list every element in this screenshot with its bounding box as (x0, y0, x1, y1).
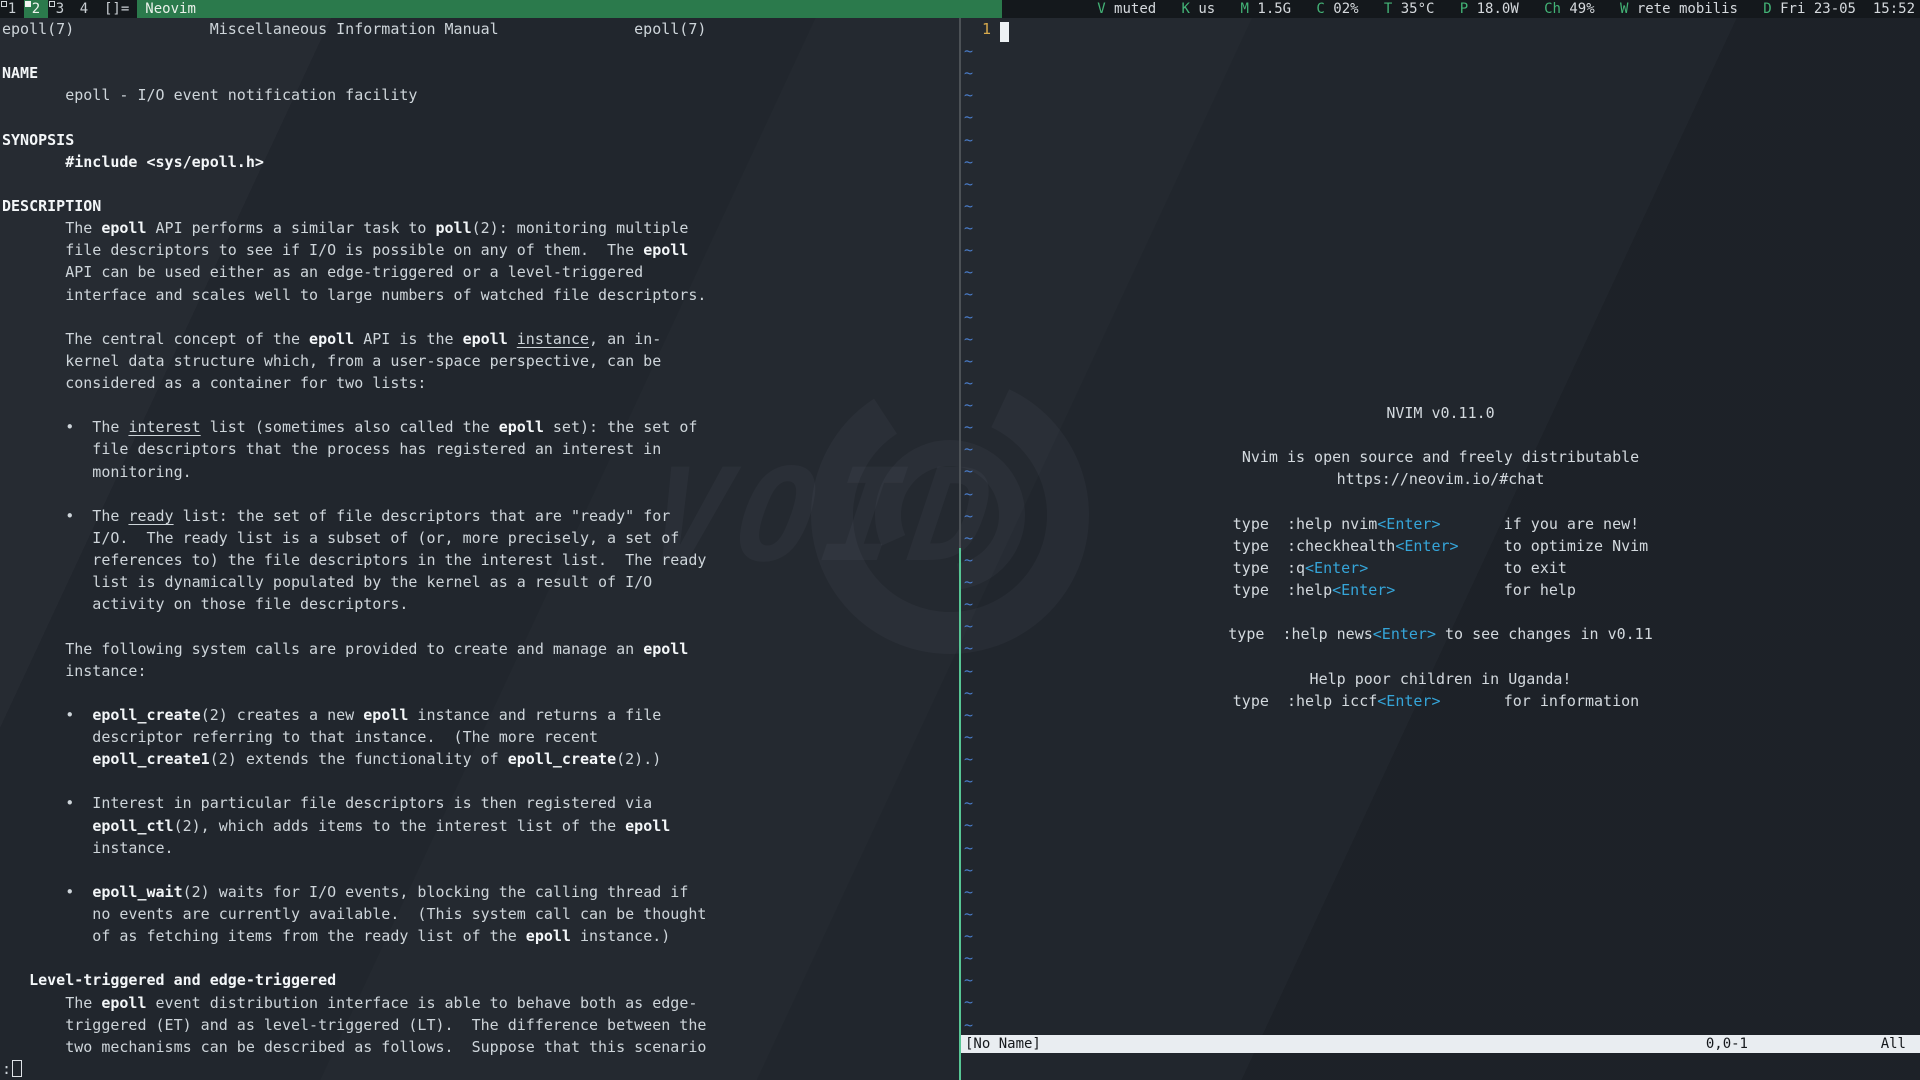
nvim-intro-line: type :q<Enter> to exit (961, 557, 1920, 579)
layout-icon-tiled[interactable]: []= (96, 0, 137, 18)
tag-1[interactable]: 1 (0, 0, 24, 18)
tag-4[interactable]: 4 (72, 0, 96, 18)
status-text: V muted K us M 1.5G C 02% T 35°C P 18.0W… (1002, 0, 1920, 18)
man-line: • The ready list: the set of file descri… (0, 505, 959, 527)
dwm-status-bar: 1234 []= Neovim V muted K us M 1.5G C 02… (0, 0, 1920, 18)
tag-3[interactable]: 3 (48, 0, 72, 18)
man-line: DESCRIPTION (0, 195, 959, 217)
pager-prompt[interactable]: : (0, 1058, 959, 1080)
man-line: two mechanisms can be described as follo… (0, 1036, 959, 1058)
status-key-V: V (1097, 1, 1105, 17)
man-line: epoll_create1(2) extends the functionali… (0, 748, 959, 770)
nvim-intro-line: Help poor children in Uganda! (961, 668, 1920, 690)
man-line (0, 615, 959, 637)
man-line: epoll_ctl(2), which adds items to the in… (0, 815, 959, 837)
man-line: The epoll event distribution interface i… (0, 992, 959, 1014)
status-key-D: D (1763, 1, 1771, 17)
man-line: kernel data structure which, from a user… (0, 350, 959, 372)
man-line (0, 306, 959, 328)
man-line (0, 173, 959, 195)
man-line: epoll(7) Miscellaneous Information Manua… (0, 18, 959, 40)
pager-cursor (12, 1060, 22, 1077)
man-line: instance. (0, 837, 959, 859)
tag-occupied-square (49, 1, 55, 7)
buffer-line-1: 1 (964, 18, 1009, 42)
tag-occupied-square (1, 1, 7, 7)
nvim-statusline: [No Name] 0,0-1 All (961, 1035, 1920, 1053)
nvim-intro-line (961, 645, 1920, 667)
status-key-W: W (1620, 1, 1628, 17)
man-line (0, 40, 959, 62)
text-cursor (1000, 22, 1009, 42)
man-line: • Interest in particular file descriptor… (0, 792, 959, 814)
status-key-P: P (1460, 1, 1468, 17)
man-line: file descriptors that the process has re… (0, 438, 959, 460)
man-line (0, 947, 959, 969)
nvim-intro-line: type :help<Enter> for help (961, 579, 1920, 601)
man-line (0, 859, 959, 881)
nvim-intro-line: Nvim is open source and freely distribut… (961, 446, 1920, 468)
focused-window-title: Neovim (137, 0, 1002, 18)
nvim-intro-line (961, 424, 1920, 446)
man-line: The epoll API performs a similar task to… (0, 217, 959, 239)
statusline-filename: [No Name] (965, 1035, 1041, 1053)
desktop: VOID 1234 []= Neovim V muted K us M 1.5G… (0, 0, 1920, 1080)
nvim-intro-line: type :help news<Enter> to see changes in… (961, 623, 1920, 645)
man-line: instance: (0, 660, 959, 682)
man-line: • epoll_wait(2) waits for I/O events, bl… (0, 881, 959, 903)
man-line: no events are currently available. (This… (0, 903, 959, 925)
man-line: list is dynamically populated by the ker… (0, 571, 959, 593)
nvim-intro-line: https://neovim.io/#chat (961, 468, 1920, 490)
man-line: #include <sys/epoll.h> (0, 151, 959, 173)
nvim-intro-line (961, 601, 1920, 623)
nvim-intro-line: type :help iccf<Enter> for information (961, 690, 1920, 712)
nvim-intro-line: type :help nvim<Enter> if you are new! (961, 513, 1920, 535)
nvim-intro-line: type :checkhealth<Enter> to optimize Nvi… (961, 535, 1920, 557)
man-line (0, 107, 959, 129)
man-line (0, 682, 959, 704)
terminal-pane-man-epoll[interactable]: epoll(7) Miscellaneous Information Manua… (0, 18, 959, 1080)
status-key-C: C (1316, 1, 1324, 17)
man-line: API can be used either as an edge-trigge… (0, 261, 959, 283)
man-line: references to) the file descriptors in t… (0, 549, 959, 571)
man-line (0, 770, 959, 792)
man-line: epoll - I/O event notification facility (0, 84, 959, 106)
man-line: SYNOPSIS (0, 129, 959, 151)
man-line: descriptor referring to that instance. (… (0, 726, 959, 748)
man-line: Level-triggered and edge-triggered (0, 969, 959, 991)
man-line: of as fetching items from the ready list… (0, 925, 959, 947)
status-key-T: T (1384, 1, 1392, 17)
tag-2[interactable]: 2 (24, 0, 48, 18)
tag-list: 1234 (0, 0, 96, 18)
man-line: The central concept of the epoll API is … (0, 328, 959, 350)
man-line: monitoring. (0, 461, 959, 483)
man-line: The following system calls are provided … (0, 638, 959, 660)
man-line: interface and scales well to large numbe… (0, 284, 959, 306)
line-number: 1 (964, 20, 991, 38)
man-line: triggered (ET) and as level-triggered (L… (0, 1014, 959, 1036)
tag-occupied-square (25, 1, 31, 7)
man-line: NAME (0, 62, 959, 84)
neovim-pane[interactable]: 1 ~ ~ ~ ~ ~ ~ ~ ~ ~ ~ ~ ~ ~ ~ ~ ~ ~ ~ ~ … (961, 18, 1920, 1080)
man-line: I/O. The ready list is a subset of (or, … (0, 527, 959, 549)
man-line: • epoll_create(2) creates a new epoll in… (0, 704, 959, 726)
status-key-Ch: Ch (1544, 1, 1561, 17)
man-line (0, 483, 959, 505)
nvim-intro-line: NVIM v0.11.0 (961, 402, 1920, 424)
statusline-ruler: 0,0-1 (1706, 1035, 1748, 1053)
status-key-K: K (1182, 1, 1190, 17)
nvim-intro-line (961, 491, 1920, 513)
status-key-M: M (1241, 1, 1249, 17)
statusline-scroll-indicator: All (1881, 1035, 1906, 1053)
man-line: file descriptors to see if I/O is possib… (0, 239, 959, 261)
man-line: activity on those file descriptors. (0, 593, 959, 615)
man-line: • The interest list (sometimes also call… (0, 416, 959, 438)
man-line (0, 394, 959, 416)
nvim-intro-message: NVIM v0.11.0 Nvim is open source and fre… (961, 402, 1920, 712)
man-line: considered as a container for two lists: (0, 372, 959, 394)
